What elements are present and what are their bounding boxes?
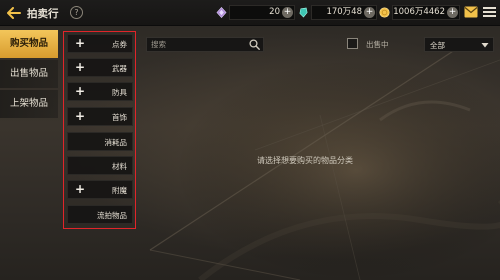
currency-crystal-value: 170万48 (326, 7, 362, 17)
category-label: 武器 (112, 64, 127, 73)
category-label: 防具 (112, 88, 127, 97)
tab-listed-items[interactable]: 上架物品 (0, 90, 58, 118)
filter-dropdown[interactable]: 全部 (424, 37, 494, 52)
gem-purple-icon (216, 7, 227, 18)
expand-plus-icon: + (75, 36, 86, 50)
currency-gem: 20 + (229, 5, 295, 20)
category-label: 点券 (112, 40, 127, 49)
chevron-down-icon (481, 43, 489, 48)
help-icon[interactable]: ? (70, 6, 83, 19)
menu-icon[interactable] (483, 6, 496, 18)
category-label: 消耗品 (104, 138, 128, 147)
category-item-armor[interactable]: + 防具 (67, 82, 133, 101)
expand-plus-icon: + (75, 60, 86, 74)
back-button[interactable] (4, 3, 24, 23)
on-sale-checkbox[interactable] (347, 38, 358, 49)
side-tabs: 购买物品 出售物品 上架物品 (0, 30, 58, 120)
currency-crystal-add-button[interactable]: + (364, 7, 375, 18)
currency-gold-value: 1006万4462 (393, 7, 445, 17)
category-item-consumables[interactable]: 消耗品 (67, 132, 133, 151)
category-label: 首饰 (112, 113, 127, 122)
search-input[interactable] (147, 38, 243, 51)
expand-plus-icon: + (75, 84, 86, 98)
category-item-weapons[interactable]: + 武器 (67, 58, 133, 77)
expand-plus-icon: + (75, 182, 86, 196)
page-title: 拍卖行 (27, 8, 59, 20)
currency-gold-add-button[interactable]: + (447, 7, 458, 18)
expand-plus-icon: + (75, 109, 86, 123)
category-label: 流拍物品 (97, 211, 127, 220)
currency-gold: 1006万4462 + (392, 5, 460, 20)
search-icon[interactable] (249, 39, 260, 50)
category-label: 材料 (112, 162, 127, 171)
category-item-materials[interactable]: 材料 (67, 156, 133, 175)
category-list: + 点券 + 武器 + 防具 + 首饰 消耗品 材料 + 附魔 流拍物品 (63, 31, 136, 229)
back-arrow-icon (7, 7, 21, 19)
gold-coin-icon (379, 7, 390, 18)
top-bar: 拍卖行 ? 20 + 170万48 + 1006万4462 + (0, 0, 500, 26)
currency-gem-add-button[interactable]: + (282, 7, 293, 18)
crystal-teal-icon (299, 7, 308, 18)
currency-crystal: 170万48 + (311, 5, 377, 20)
on-sale-label: 出售中 (366, 40, 389, 49)
currency-gem-value: 20 (269, 7, 280, 17)
empty-state-prompt: 请选择想要购买的物品分类 (257, 156, 353, 165)
dropdown-selected-value: 全部 (430, 41, 445, 50)
category-item-enchant[interactable]: + 附魔 (67, 180, 133, 199)
mail-icon[interactable] (464, 6, 478, 18)
category-item-unsold[interactable]: 流拍物品 (67, 205, 133, 224)
category-label: 附魔 (112, 186, 127, 195)
category-item-jewelry[interactable]: + 首饰 (67, 107, 133, 126)
tab-buy-items[interactable]: 购买物品 (0, 30, 58, 58)
category-item-vouchers[interactable]: + 点券 (67, 34, 133, 53)
tab-sell-items[interactable]: 出售物品 (0, 60, 58, 88)
search-box (146, 37, 264, 52)
